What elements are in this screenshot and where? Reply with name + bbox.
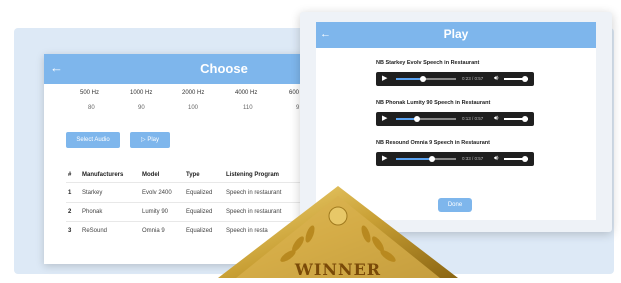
winner-award: WINNER (218, 186, 458, 279)
frequency-label: 2000 Hz (182, 90, 205, 96)
seek-bar-fill (396, 158, 432, 160)
table-header: Listening Program (226, 172, 280, 178)
time-display: 0:23 / 0:57 (462, 76, 484, 81)
track-title: NB Phonak Lumity 90 Speech in Restaurant (376, 100, 491, 106)
play-header: ← Play (316, 22, 596, 48)
seek-bar[interactable] (396, 76, 456, 82)
volume-icon[interactable]: 🔊︎ (494, 154, 498, 164)
model-cell: Lumity 90 (142, 209, 169, 215)
table-header: Type (186, 172, 200, 178)
play-icon[interactable]: ▶ (382, 114, 387, 124)
volume-handle[interactable] (522, 76, 528, 82)
row-number: 2 (68, 209, 72, 215)
type-cell: Equalized (186, 228, 213, 234)
manufacturer-cell: Phonak (82, 209, 103, 215)
table-header: Model (142, 172, 160, 178)
table-header: Manufacturers (82, 172, 124, 178)
choose-header: ← Choose (44, 54, 344, 84)
frequency-label: 4000 Hz (235, 90, 258, 96)
table-header: # (68, 172, 72, 178)
time-display: 0:33 / 0:57 (462, 156, 484, 161)
seek-handle[interactable] (420, 76, 426, 82)
play-title: Play (443, 27, 469, 41)
volume-handle[interactable] (522, 156, 528, 162)
volume-icon[interactable]: 🔊︎ (494, 74, 498, 84)
manufacturer-cell: ReSound (82, 228, 108, 234)
seek-bar[interactable] (396, 116, 456, 122)
frequency-label: 1000 Hz (130, 90, 153, 96)
frequency-value: 90 (138, 105, 145, 111)
frequency-value: 9 (296, 105, 300, 111)
seek-handle[interactable] (414, 116, 420, 122)
play-icon[interactable]: ▶ (382, 74, 387, 84)
time-display: 0:13 / 0:57 (462, 116, 484, 121)
frequency-value: 80 (88, 105, 95, 111)
play-icon[interactable]: ▶ (382, 154, 387, 164)
audio-player[interactable]: ▶ 0:33 / 0:57 🔊︎ (376, 152, 534, 166)
seek-bar-fill (396, 78, 423, 80)
seek-bar[interactable] (396, 156, 456, 162)
frequency-value: 110 (243, 105, 253, 111)
model-cell: Evolv 2400 (142, 190, 172, 196)
select-audio-button[interactable]: Select Audio (66, 132, 120, 148)
seek-handle[interactable] (429, 156, 435, 162)
row-number: 3 (68, 228, 72, 234)
audio-player[interactable]: ▶ 0:23 / 0:57 🔊︎ (376, 72, 534, 86)
frequency-label: 600 (289, 90, 300, 96)
play-icon: ▷ (141, 137, 146, 143)
row-number: 1 (68, 190, 72, 196)
award-text: WINNER (294, 260, 382, 279)
audio-player[interactable]: ▶ 0:13 / 0:57 🔊︎ (376, 112, 534, 126)
volume-icon[interactable]: 🔊︎ (494, 114, 498, 124)
manufacturer-cell: Starkey (82, 190, 103, 196)
volume-handle[interactable] (522, 116, 528, 122)
model-cell: Omnia 9 (142, 228, 165, 234)
track-title: NB Resound Omnia 9 Speech in Restaurant (376, 140, 490, 146)
play-button[interactable]: ▷ Play (130, 132, 170, 148)
type-cell: Equalized (186, 190, 213, 196)
frequency-value: 100 (188, 105, 199, 111)
track-title: NB Starkey Evolv Speech in Restaurant (376, 60, 480, 66)
type-cell: Equalized (186, 209, 213, 215)
frequency-label: 500 Hz (80, 90, 100, 96)
play-button-label: Play (147, 137, 159, 143)
